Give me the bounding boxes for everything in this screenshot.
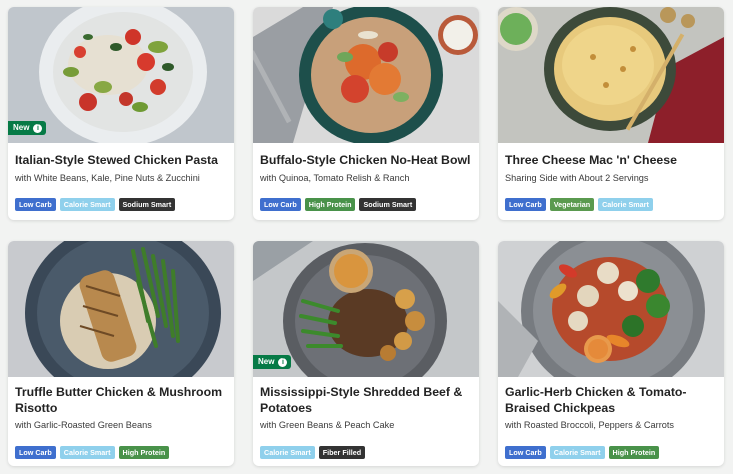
meal-card[interactable]: New i Italian-Style Stewed Chicken Pasta… xyxy=(8,7,234,220)
meal-image[interactable] xyxy=(498,241,724,377)
meal-subtitle: with Roasted Broccoli, Peppers & Carrots xyxy=(505,420,675,430)
tag-badge: Low Carb xyxy=(15,198,56,211)
meal-image[interactable] xyxy=(253,7,479,143)
info-icon[interactable]: i xyxy=(278,357,288,367)
tag-badge: Low Carb xyxy=(15,446,56,459)
tag-list: Low Carb Vegetarian Calorie Smart xyxy=(505,198,653,211)
meal-title[interactable]: Truffle Butter Chicken & Mushroom Risott… xyxy=(15,384,228,416)
info-icon[interactable]: i xyxy=(33,123,43,133)
tag-badge: Low Carb xyxy=(260,198,301,211)
tag-badge: Vegetarian xyxy=(549,198,595,211)
tag-badge: High Protein xyxy=(608,446,660,459)
tag-list: Low Carb Calorie Smart High Protein xyxy=(505,446,660,459)
tag-badge: Calorie Smart xyxy=(260,446,315,459)
tag-badge: High Protein xyxy=(304,198,356,211)
meal-title[interactable]: Garlic-Herb Chicken & Tomato-Braised Chi… xyxy=(505,384,718,416)
new-badge: New i xyxy=(253,355,292,369)
meal-subtitle: with Garlic-Roasted Green Beans xyxy=(15,420,152,430)
meal-subtitle: with White Beans, Kale, Pine Nuts & Zucc… xyxy=(15,173,200,183)
meal-image[interactable] xyxy=(8,241,234,377)
meal-card[interactable]: Three Cheese Mac 'n' Cheese Sharing Side… xyxy=(498,7,724,220)
tag-badge: Fiber Filled xyxy=(318,446,366,459)
meal-card[interactable]: New i Mississippi-Style Shredded Beef & … xyxy=(253,241,479,466)
meal-subtitle: with Green Beans & Peach Cake xyxy=(260,420,395,430)
meal-card[interactable]: Garlic-Herb Chicken & Tomato-Braised Chi… xyxy=(498,241,724,466)
tag-badge: Calorie Smart xyxy=(59,446,115,459)
tag-badge: Low Carb xyxy=(505,198,546,211)
tag-list: Low Carb Calorie Smart Sodium Smart xyxy=(15,198,176,211)
tag-list: Low Carb High Protein Sodium Smart xyxy=(260,198,417,211)
tag-list: Low Carb Calorie Smart High Protein xyxy=(15,446,170,459)
tag-badge: Sodium Smart xyxy=(118,198,176,211)
meal-title[interactable]: Buffalo-Style Chicken No-Heat Bowl xyxy=(260,152,473,168)
meal-image[interactable] xyxy=(498,7,724,143)
tag-badge: Low Carb xyxy=(505,446,546,459)
meal-card[interactable]: Truffle Butter Chicken & Mushroom Risott… xyxy=(8,241,234,466)
tag-list: Calorie Smart Fiber Filled xyxy=(260,446,366,459)
meal-subtitle: Sharing Side with About 2 Servings xyxy=(505,173,649,183)
meal-card[interactable]: Buffalo-Style Chicken No-Heat Bowl with … xyxy=(253,7,479,220)
meal-title[interactable]: Three Cheese Mac 'n' Cheese xyxy=(505,152,718,168)
meal-title[interactable]: Italian-Style Stewed Chicken Pasta xyxy=(15,152,228,168)
new-badge: New i xyxy=(8,121,47,135)
tag-badge: Calorie Smart xyxy=(598,198,653,211)
meal-subtitle: with Quinoa, Tomato Relish & Ranch xyxy=(260,173,410,183)
tag-badge: High Protein xyxy=(118,446,170,459)
meal-title[interactable]: Mississippi-Style Shredded Beef & Potato… xyxy=(260,384,473,416)
tag-badge: Calorie Smart xyxy=(59,198,115,211)
tag-badge: Calorie Smart xyxy=(549,446,605,459)
tag-badge: Sodium Smart xyxy=(359,198,417,211)
